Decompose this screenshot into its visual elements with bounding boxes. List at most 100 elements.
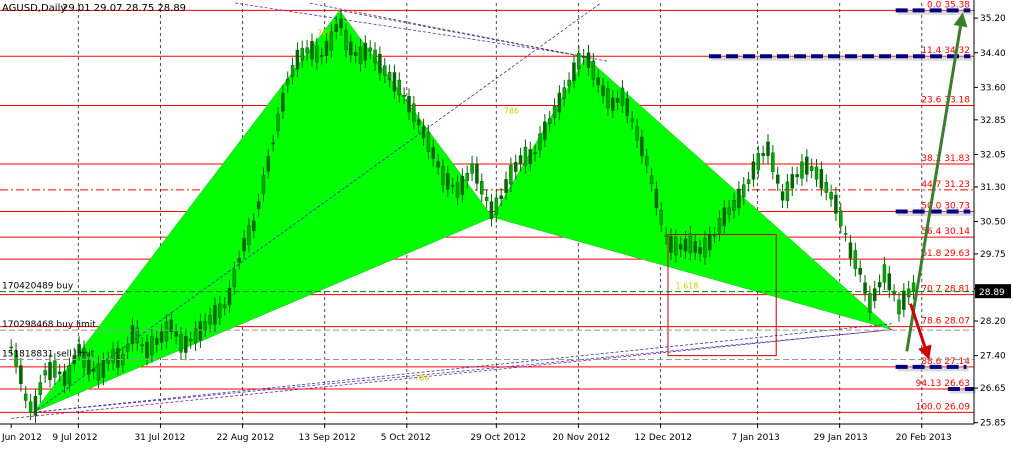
candle-body xyxy=(19,365,23,385)
candle-body xyxy=(611,97,615,111)
candle-body xyxy=(193,328,198,344)
candle-body xyxy=(130,325,135,345)
candle-body xyxy=(737,188,741,209)
candle-body xyxy=(848,242,853,259)
fib-label-3: 38.2 31.83 xyxy=(921,154,970,164)
order-label-2: 151818831 sell limit xyxy=(2,350,95,360)
candle-body xyxy=(23,393,28,401)
candle-body xyxy=(499,195,503,200)
candle-body xyxy=(48,361,52,380)
y-tick-label-11: 26.65 xyxy=(980,384,1006,394)
candle-body xyxy=(319,55,324,57)
candle-body xyxy=(897,299,901,315)
candle-body xyxy=(295,49,300,70)
candle-body xyxy=(805,156,809,175)
candle-body xyxy=(232,269,237,288)
y-tick-label-5: 31.30 xyxy=(980,183,1006,193)
candle-body xyxy=(290,65,295,77)
y-tick-label-4: 32.05 xyxy=(980,150,1006,160)
candle-body xyxy=(513,162,518,172)
candle-body xyxy=(562,87,566,99)
y-tick-label-0: 35.20 xyxy=(980,14,1006,24)
candle-body xyxy=(872,288,877,301)
candle-body xyxy=(38,382,43,396)
y-tick-label-10: 27.40 xyxy=(980,352,1006,362)
candle-body xyxy=(557,92,562,113)
candle-body xyxy=(843,233,848,235)
candle-body xyxy=(630,118,634,122)
candle-body xyxy=(285,79,290,86)
candle-body xyxy=(489,201,494,220)
candle-body xyxy=(96,363,101,381)
candle-body xyxy=(213,305,217,325)
candle-body xyxy=(150,336,154,356)
candle-body xyxy=(567,79,571,87)
fib-label-2: 23.6 33.18 xyxy=(921,96,970,106)
candle-body xyxy=(349,41,353,56)
candle-body xyxy=(416,119,421,126)
candle-body xyxy=(591,60,596,80)
y-tick-label-1: 34.40 xyxy=(980,49,1006,59)
candle-body xyxy=(465,173,469,181)
candle-body xyxy=(703,238,707,258)
candle-body xyxy=(460,175,465,195)
candle-body xyxy=(678,244,683,250)
candle-body xyxy=(756,153,761,171)
candle-body xyxy=(431,147,436,160)
x-tick-label-8: 12 Dec 2012 xyxy=(635,433,693,443)
candle-body xyxy=(446,173,450,190)
candle-body xyxy=(300,48,305,61)
candle-body xyxy=(412,103,416,122)
candle-body xyxy=(256,201,261,210)
candle-body xyxy=(552,105,557,119)
x-tick-label-9: 7 Jan 2013 xyxy=(732,433,780,443)
candle-body xyxy=(145,342,149,359)
candle-body xyxy=(426,132,431,152)
fib-label-11: 94.13 26.63 xyxy=(916,379,970,389)
price-chart: 7867861.618786 0.0 35.3811.4 34.3223.6 3… xyxy=(0,0,1013,447)
candle-body xyxy=(902,290,906,310)
candle-body xyxy=(717,217,722,234)
candle-body xyxy=(475,164,479,184)
y-tick-label-3: 32.85 xyxy=(980,116,1006,126)
y-tick-label-9: 28.20 xyxy=(980,317,1006,327)
candle-body xyxy=(334,23,338,32)
candle-body xyxy=(824,181,828,193)
candle-body xyxy=(329,31,334,51)
candle-body xyxy=(746,179,751,185)
candle-body xyxy=(208,314,212,325)
fib-label-9: 78.6 28.07 xyxy=(921,317,970,327)
candle-body xyxy=(62,371,67,386)
candle-body xyxy=(111,349,115,363)
candle-body xyxy=(53,360,57,378)
candle-body xyxy=(242,237,246,252)
candle-body xyxy=(751,161,756,180)
price-badge-label: 28.89 xyxy=(979,288,1005,298)
candle-body xyxy=(470,163,474,174)
candle-body xyxy=(606,88,610,109)
candle-body xyxy=(572,62,576,82)
candle-body xyxy=(87,360,91,375)
x-tick-label-4: 13 Sep 2012 xyxy=(299,433,356,443)
candle-body xyxy=(640,136,644,157)
candle-body xyxy=(421,126,426,139)
candle-body xyxy=(305,47,309,54)
candle-body xyxy=(222,304,227,308)
candle-body xyxy=(741,184,746,198)
candle-body xyxy=(198,321,203,341)
candle-body xyxy=(218,303,222,318)
candle-body xyxy=(543,121,547,140)
fib-label-12: 100.0 26.09 xyxy=(916,402,971,412)
candle-body xyxy=(504,179,508,193)
x-tick-label-2: 31 Jul 2012 xyxy=(134,433,185,443)
candle-body xyxy=(484,196,489,202)
candle-body xyxy=(382,65,387,76)
candle-body xyxy=(906,288,911,298)
candle-body xyxy=(727,207,731,215)
fib-label-4: 44.7 31.23 xyxy=(921,180,970,190)
x-tick-label-3: 22 Aug 2012 xyxy=(217,433,275,443)
candle-body xyxy=(819,169,824,189)
candle-body xyxy=(834,194,838,214)
candle-body xyxy=(669,235,673,253)
ohlc-readout: 29.01 29.07 28.75 28.89 xyxy=(62,3,186,14)
